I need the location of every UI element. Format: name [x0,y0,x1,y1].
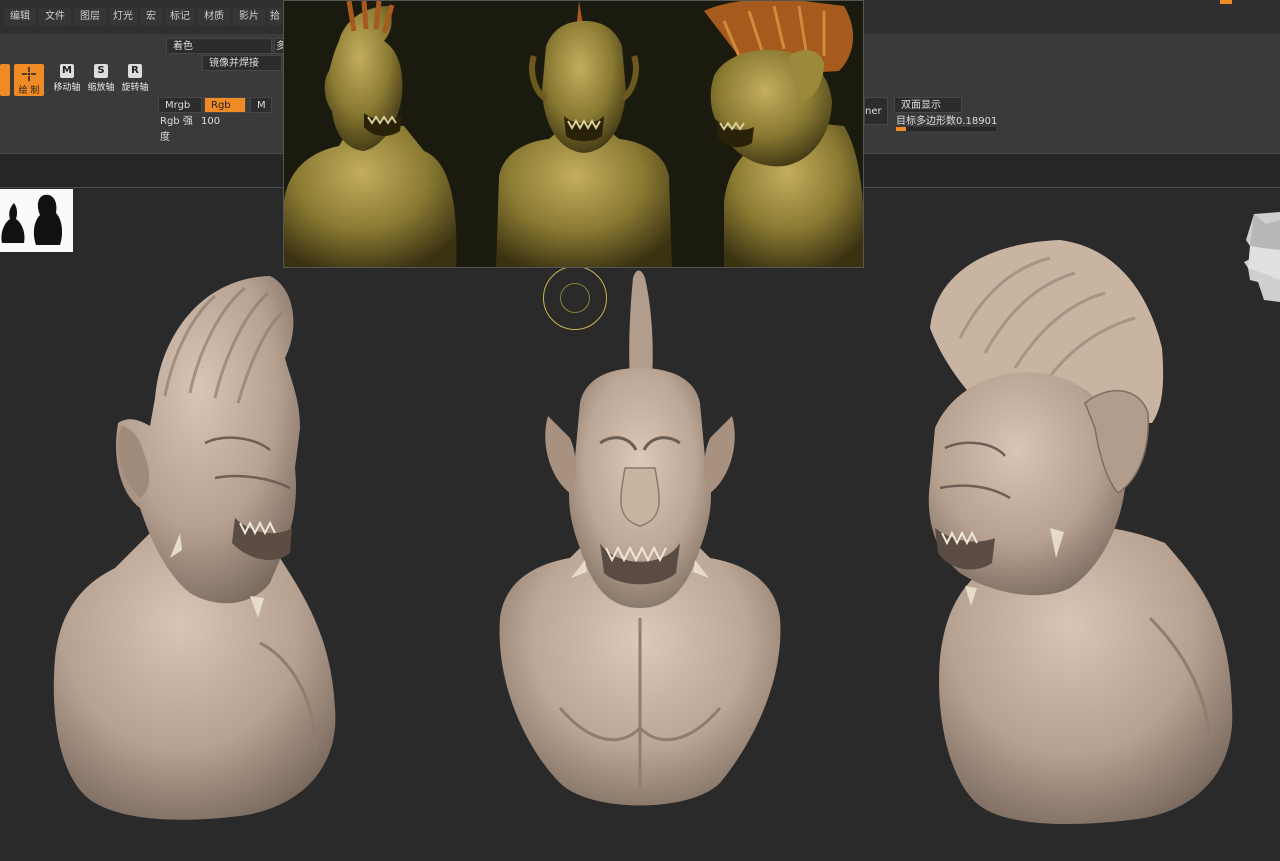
brush-inner-ring [560,283,590,313]
rotate-button[interactable]: R 旋转轴 [120,64,150,96]
menu-layer[interactable]: 图层 [74,8,106,26]
menu-file[interactable]: 文件 [39,8,71,26]
target-polycount-fill [896,127,906,131]
menu-edit[interactable]: 编辑 [4,8,36,26]
menu-material[interactable]: 材质 [198,8,230,26]
clay-bust-left[interactable] [53,276,336,820]
mirror-weld-button[interactable]: 镜像并焊接 [202,55,282,71]
menu-picker[interactable]: 拾 [268,8,282,26]
navigation-head-icon[interactable] [1244,210,1280,306]
menu-macro[interactable]: 宏 [140,8,162,26]
move-axis-icon: M [60,64,74,78]
menu-light[interactable]: 灯光 [109,8,137,26]
menu-movie[interactable]: 影片 [233,8,265,26]
move-label: 移动轴 [53,83,81,93]
brush-cursor-icon [543,266,607,330]
rgb-intensity-value[interactable]: 100 [201,114,231,130]
silhouette-thumbnail[interactable] [0,189,73,252]
top-slider-marker [1220,0,1232,4]
rgb-button[interactable]: Rgb [204,97,246,113]
sculpt-viewport[interactable] [0,188,1280,861]
m-button[interactable]: M [250,97,272,113]
mrgb-button[interactable]: Mrgb [158,97,202,113]
draw-button[interactable]: 绘 制 [14,64,44,96]
truncated-button[interactable]: ner [864,97,888,125]
rotate-label: 旋转轴 [121,83,149,93]
clay-bust-center[interactable] [499,270,781,806]
reference-image-panel[interactable] [283,0,864,268]
draw-label: 绘 制 [18,86,40,96]
double-sided-button[interactable]: 双面显示 [894,97,962,113]
left-active-edge[interactable] [0,64,10,96]
scale-axis-icon: S [94,64,108,78]
reference-bust-right [704,1,863,267]
scale-button[interactable]: S 缩放轴 [86,64,116,96]
target-polycount-slider[interactable] [896,127,996,131]
rgb-intensity-label: Rgb 强度 [160,116,193,143]
menu-marker[interactable]: 标记 [165,8,195,26]
color-mode-field[interactable]: 着色 [166,38,272,54]
rotate-axis-icon: R [128,64,142,78]
clay-bust-right[interactable] [928,240,1233,825]
scale-label: 缩放轴 [87,83,115,93]
draw-crosshair-icon [22,67,36,81]
move-button[interactable]: M 移动轴 [52,64,82,96]
